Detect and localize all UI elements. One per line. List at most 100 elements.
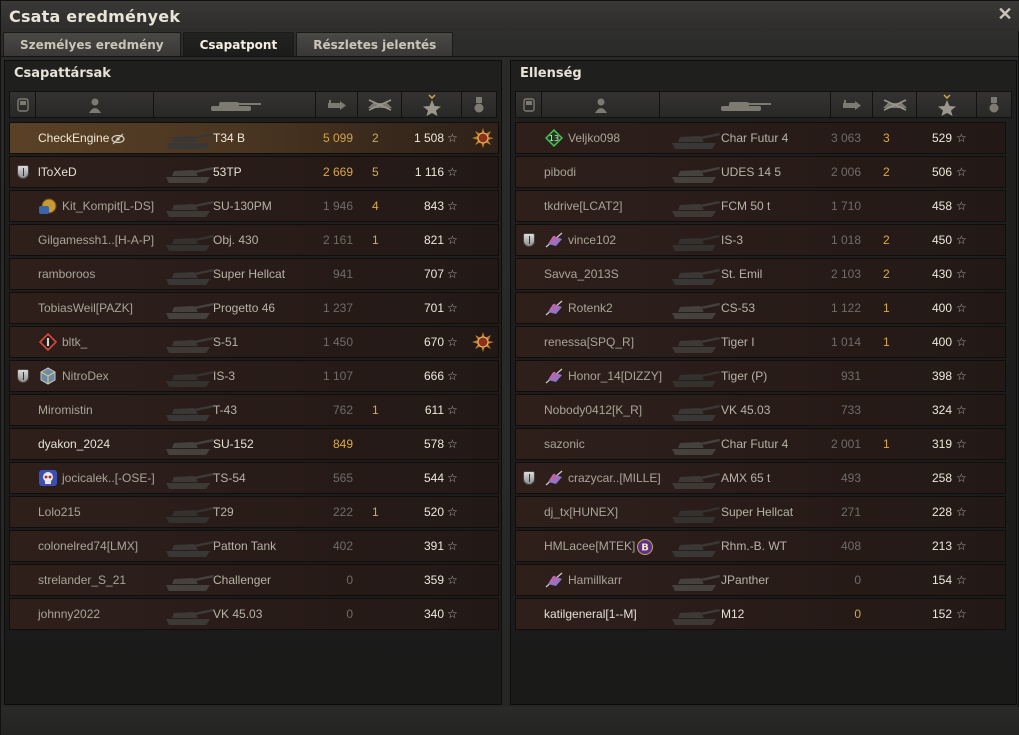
player-name: Miromistin	[38, 403, 93, 417]
tank-name: VK 45.03	[213, 607, 263, 621]
skull-clan-icon	[38, 469, 58, 487]
xp-star-icon: ☆	[956, 607, 967, 621]
enemy-row[interactable]: Hamillkarr JPanther 0 154 ☆	[515, 564, 1006, 596]
enemy-row[interactable]: Rotenk2 CS-53 1 122 1 400 ☆	[515, 292, 1006, 324]
tank-name: S-51	[213, 335, 239, 349]
kills-value: 3	[883, 131, 890, 145]
damage-value: 493	[840, 471, 861, 485]
eye-hidden-icon	[110, 123, 126, 153]
damage-value: 762	[332, 403, 353, 417]
enemy-row[interactable]: tkdrive[LCAT2] FCM 50 t 1 710 458 ☆	[515, 190, 1006, 222]
ally-row[interactable]: Miromistin T-43 762 1 611 ☆	[9, 394, 499, 426]
xp-star-icon: ☆	[447, 301, 458, 315]
title-bar: Csata eredmények ✕	[1, 1, 1019, 31]
ally-row[interactable]: ramboroos Super Hellcat 941 707 ☆	[9, 258, 499, 290]
tab-personal-results[interactable]: Személyes eredmény	[3, 32, 181, 56]
column-kills-icon[interactable]	[358, 92, 402, 117]
player-name: johnny2022	[38, 607, 101, 621]
xp-star-icon: ☆	[447, 437, 458, 451]
close-icon[interactable]: ✕	[996, 5, 1014, 23]
tank-image	[666, 225, 722, 255]
column-damage-icon[interactable]	[316, 92, 358, 117]
ally-row[interactable]: dyakon_2024 SU-152 849 578 ☆	[9, 428, 499, 460]
damage-value: 5 099	[322, 131, 353, 145]
tab-team-score[interactable]: Csapatpont	[182, 32, 295, 56]
ally-row[interactable]: Lolo215 T29 222 1 520 ☆	[9, 496, 499, 528]
damage-value: 931	[840, 369, 861, 383]
ally-row[interactable]: bltk_ S-51 1 450 670 ☆	[9, 326, 499, 358]
xp-star-icon: ☆	[447, 403, 458, 417]
ally-row[interactable]: CheckEngine T34 B 5 099 2 1 508 ☆	[9, 122, 499, 154]
medal-sun-icon[interactable]	[472, 123, 494, 153]
column-tank-icon[interactable]	[154, 92, 316, 117]
enemy-row[interactable]: dj_tx[HUNEX] Super Hellcat 271 228 ☆	[515, 496, 1006, 528]
kills-value: 1	[883, 437, 890, 451]
enemy-row[interactable]: Nobody0412[K_R] VK 45.03 733 324 ☆	[515, 394, 1006, 426]
enemy-row[interactable]: Honor_14[DIZZY] Tiger (P) 931 398 ☆	[515, 360, 1006, 392]
column-xp-star-icon[interactable]	[402, 92, 462, 117]
enemies-title: Ellenség	[520, 66, 582, 81]
kills-value	[372, 293, 386, 323]
enemy-row[interactable]: renessa[SPQ_R] Tiger I 1 014 1 400 ☆	[515, 326, 1006, 358]
xp-value: 340	[423, 607, 444, 621]
flag-clan-icon	[544, 367, 564, 385]
platoon-shield-icon	[17, 369, 29, 383]
enemy-row[interactable]: crazycar..[MILLE] AMX 65 t 493 258 ☆	[515, 462, 1006, 494]
column-damage-icon[interactable]	[831, 92, 873, 117]
column-tank-icon[interactable]	[660, 92, 831, 117]
column-squad-icon[interactable]	[516, 92, 542, 117]
player-name: ramboroos	[38, 267, 96, 281]
damage-value: 2 006	[830, 165, 861, 179]
player-name: Nobody0412[K_R]	[544, 403, 643, 417]
column-medal-icon[interactable]	[462, 92, 496, 117]
kills-value	[372, 565, 386, 595]
damage-value: 222	[332, 505, 353, 519]
damage-value: 0	[854, 573, 861, 587]
ally-row[interactable]: Gilgamessh1..[H-A-P] Obj. 430 2 161 1 821 ☆	[9, 224, 499, 256]
damage-value: 1 014	[830, 335, 861, 349]
xp-star-icon: ☆	[956, 335, 967, 349]
tank-name: St. Emil	[721, 267, 763, 281]
tank-name: M12	[721, 607, 745, 621]
kills-value	[883, 361, 897, 391]
ally-row[interactable]: johnny2022 VK 45.03 0 340 ☆	[9, 598, 499, 630]
ally-row[interactable]: TobiasWeil[PAZK] Progetto 46 1 237 701 ☆	[9, 292, 499, 324]
tank-image	[160, 395, 216, 425]
tank-name: Char Futur 4	[721, 437, 789, 451]
ally-row[interactable]: colonelred74[LMX] Patton Tank 402 391 ☆	[9, 530, 499, 562]
damage-value: 2 161	[322, 233, 353, 247]
ally-row[interactable]: strelander_S_21 Challenger 0 359 ☆	[9, 564, 499, 596]
ally-row[interactable]: jocicalek..[-OSE-] TS-54 565 544 ☆	[9, 462, 499, 494]
ally-row[interactable]: NitroDex IS-3 1 107 666 ☆	[9, 360, 499, 392]
enemy-row[interactable]: sazonic Char Futur 4 2 001 1 319 ☆	[515, 428, 1006, 460]
medal-sun-icon[interactable]	[472, 327, 494, 357]
tank-image	[666, 123, 722, 153]
tank-image	[160, 565, 216, 595]
player-name: TobiasWeil[PAZK]	[38, 301, 133, 315]
enemy-row[interactable]: Savva_2013S St. Emil 2 103 2 430 ☆	[515, 258, 1006, 290]
tab-detailed-report[interactable]: Részletes jelentés	[296, 32, 454, 56]
player-name: lToXeD	[38, 165, 77, 179]
column-xp-star-icon[interactable]	[917, 92, 977, 117]
column-squad-icon[interactable]	[10, 92, 36, 117]
xp-star-icon: ☆	[447, 267, 458, 281]
tank-image	[160, 463, 216, 493]
ally-row[interactable]: lToXeD 53TP 2 669 5 1 116 ☆	[9, 156, 499, 188]
xp-value: 1 508	[413, 131, 444, 145]
ally-row[interactable]: Kit_Kompit[L-DS] SU-130PM 1 946 4 843 ☆	[9, 190, 499, 222]
column-player-icon[interactable]	[542, 92, 660, 117]
xp-value: 213	[931, 539, 952, 553]
enemy-row[interactable]: katilgeneral[1--M] M12 0 152 ☆	[515, 598, 1006, 630]
column-kills-icon[interactable]	[873, 92, 917, 117]
enemy-row[interactable]: HMLacee[MTEK] B Rhm.-B. WT 408 213 ☆	[515, 530, 1006, 562]
column-medal-icon[interactable]	[977, 92, 1011, 117]
xp-star-icon: ☆	[447, 471, 458, 485]
allies-title: Csapattársak	[14, 66, 111, 81]
column-player-icon[interactable]	[36, 92, 154, 117]
enemy-row[interactable]: 13 Veljko098 Char Futur 43 063 3 529 ☆	[515, 122, 1006, 154]
tank-name: IS-3	[721, 233, 744, 247]
tank-image	[160, 293, 216, 323]
enemy-row[interactable]: pibodi UDES 14 5 2 006 2 506 ☆	[515, 156, 1006, 188]
kills-value: 5	[372, 165, 379, 179]
enemy-row[interactable]: vince102 IS-3 1 018 2 450 ☆	[515, 224, 1006, 256]
